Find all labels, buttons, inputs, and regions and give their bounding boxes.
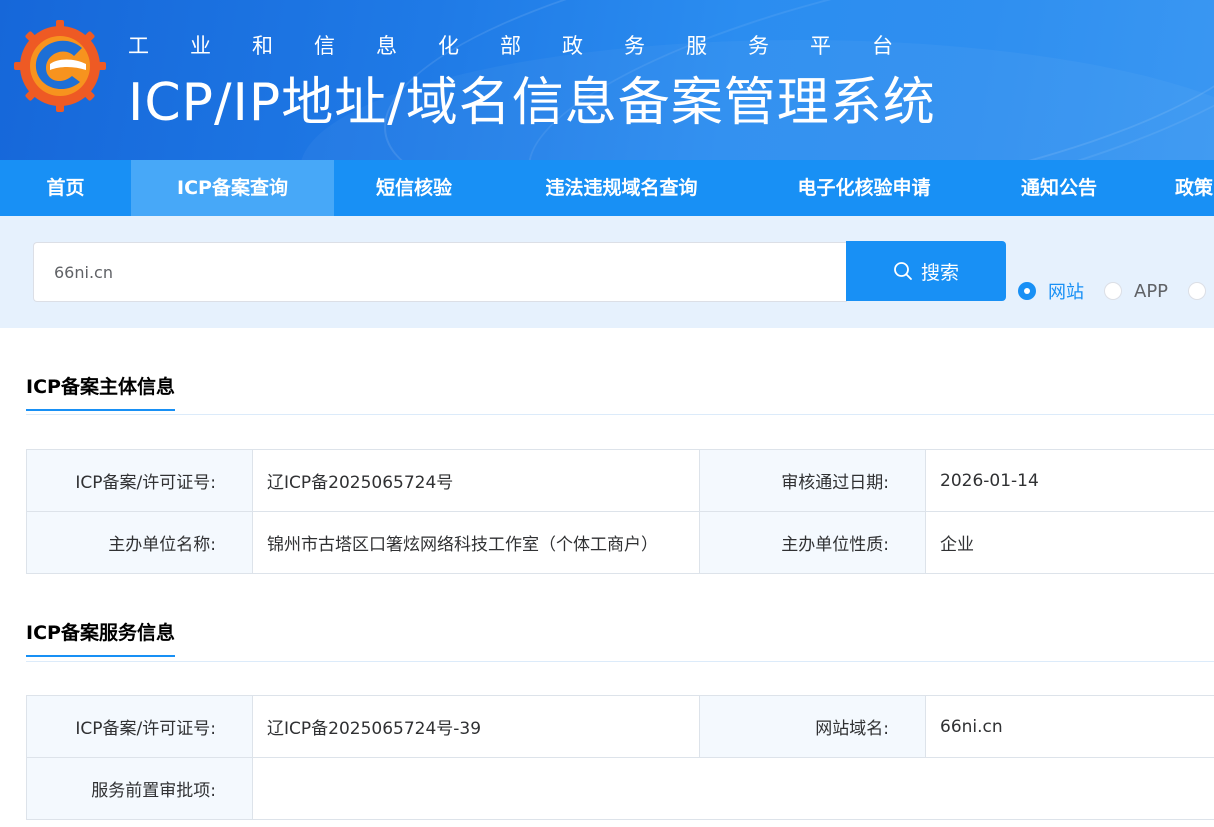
field-label: 服务前置审批项: [26,757,253,820]
nav-item-home[interactable]: 首页 [0,160,131,216]
miit-logo-icon [14,20,106,112]
search-button-label: 搜索 [920,261,959,284]
nav-item-policy[interactable]: 政策 [1139,160,1214,216]
field-label: ICP备案/许可证号: [26,695,253,758]
radio-label: 网站 [1048,282,1084,303]
subject-info-table: ICP备案/许可证号: 辽ICP备2025065724号 审核通过日期: 202… [26,449,1214,574]
nav-item-sms-verify[interactable]: 短信核验 [334,160,494,216]
field-label: 审核通过日期: [699,449,926,512]
field-label: ICP备案/许可证号: [26,449,253,512]
radio-app[interactable]: APP [1104,281,1168,302]
field-label: 主办单位性质: [699,511,926,574]
search-type-group: 网站 APP [1018,278,1214,304]
search-icon [894,262,912,280]
table-row: 主办单位名称: 锦州市古塔区口箸炫网络科技工作室（个体工商户） 主办单位性质: … [26,511,1214,574]
field-value: 66ni.cn [925,695,1214,758]
table-row: ICP备案/许可证号: 辽ICP备2025065724号 审核通过日期: 202… [26,449,1214,512]
field-label: 网站域名: [699,695,926,758]
field-value: 辽ICP备2025065724号-39 [252,695,700,758]
banner-subtitle: 工业和信息化部政务服务平台 [128,34,934,58]
field-value: 企业 [925,511,1214,574]
nav-item-notices[interactable]: 通知公告 [979,160,1139,216]
radio-dot [1018,282,1036,300]
table-row: ICP备案/许可证号: 辽ICP备2025065724号-39 网站域名: 66… [26,695,1214,758]
radio-dot [1104,282,1122,300]
page-title: ICP/IP地址/域名信息备案管理系统 [128,73,936,133]
nav-item-illegal-domain[interactable]: 违法违规域名查询 [494,160,749,216]
main-nav: 首页 ICP备案查询 短信核验 违法违规域名查询 电子化核验申请 通知公告 政策 [0,160,1214,216]
search-button[interactable]: 搜索 [846,241,1006,301]
radio-dot [1188,282,1207,300]
section-title-service: ICP备案服务信息 [26,618,175,657]
field-label: 主办单位名称: [26,511,253,574]
service-info-table: ICP备案/许可证号: 辽ICP备2025065724号-39 网站域名: 66… [26,695,1214,820]
search-input[interactable] [33,242,847,302]
radio-label: APP [1134,280,1169,302]
field-value: 2026-01-14 [925,449,1214,512]
radio-website[interactable]: 网站 [1018,278,1084,304]
radio-other[interactable] [1188,282,1214,300]
search-area: 搜索 网站 APP [0,216,1214,328]
field-value [252,757,1214,820]
section-divider [26,661,1214,662]
nav-item-icp-query[interactable]: ICP备案查询 [131,160,334,216]
table-row: 服务前置审批项: [26,757,1214,820]
nav-item-e-verify[interactable]: 电子化核验申请 [749,160,979,216]
section-title-subject: ICP备案主体信息 [26,372,175,411]
field-value: 辽ICP备2025065724号 [252,449,700,512]
section-divider [26,414,1214,415]
header-banner: 工业和信息化部政务服务平台 ICP/IP地址/域名信息备案管理系统 [0,0,1214,160]
field-value: 锦州市古塔区口箸炫网络科技工作室（个体工商户） [252,511,700,574]
